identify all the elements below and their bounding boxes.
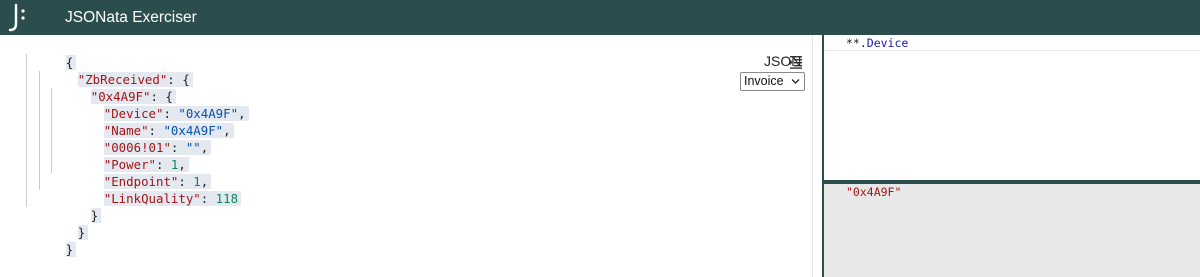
jsonata-logo-icon <box>8 3 25 32</box>
code-line: } <box>46 190 102 223</box>
code-line: "0006!01": "", <box>59 122 212 155</box>
expression-line[interactable]: **.Device <box>824 36 1200 51</box>
chevron-down-icon <box>791 79 800 84</box>
code-line: "ZbReceived": { <box>33 54 193 87</box>
code-line: "Name": "0x4A9F", <box>59 105 234 138</box>
result-pane: "0x4A9F" <box>824 184 1200 277</box>
input-json-editor[interactable]: { "ZbReceived": { "0x4A9F": { "Device": … <box>0 37 720 275</box>
expression-editor[interactable]: **.Device <box>824 35 1200 180</box>
code-line: "Power": 1, <box>59 139 189 172</box>
indent-format-icon[interactable] <box>790 55 802 69</box>
sample-select-value: Invoice <box>744 74 784 88</box>
code-line: } <box>33 207 89 240</box>
code-line: } <box>21 224 77 257</box>
format-controls: JSON Invoice <box>735 52 805 91</box>
app-title: JSONata Exerciser <box>65 9 197 26</box>
vertical-splitter[interactable] <box>812 35 825 277</box>
code-line: "LinkQuality": 118 <box>59 173 242 206</box>
code-line: "0x4A9F": { <box>46 71 176 104</box>
code-line: "Device": "0x4A9F", <box>59 88 249 121</box>
input-json-pane[interactable]: { "ZbReceived": { "0x4A9F": { "Device": … <box>0 35 812 277</box>
code-line: "Endpoint": 1, <box>59 156 212 189</box>
app-header: JSONata Exerciser <box>0 0 1200 35</box>
code-line: { <box>21 37 77 70</box>
result-text: "0x4A9F" <box>846 185 902 199</box>
expression-text: **.Device <box>846 36 909 50</box>
sample-data-select[interactable]: Invoice <box>740 72 805 91</box>
